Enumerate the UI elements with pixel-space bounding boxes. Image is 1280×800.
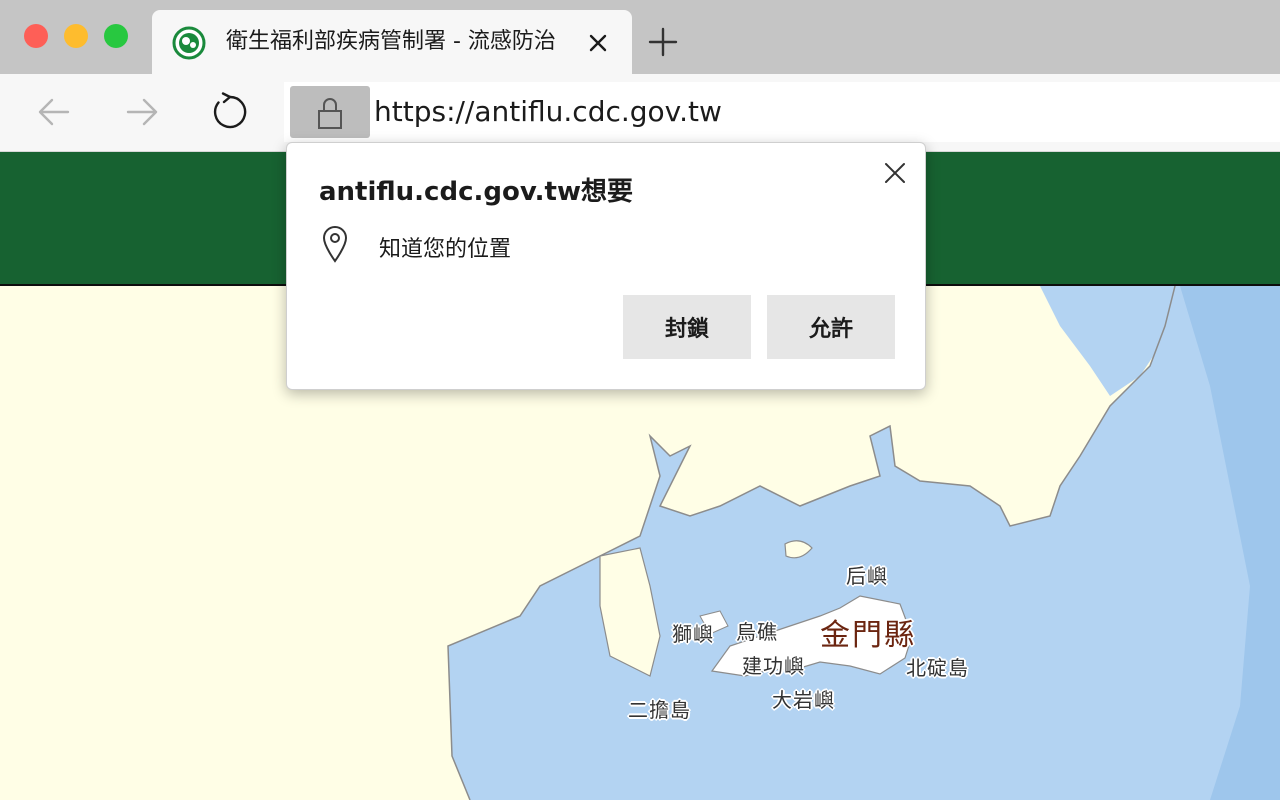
map-label-county: 金門縣 — [820, 618, 916, 653]
tab-strip: 衛生福利部疾病管制署 - 流感防治 — [0, 0, 1280, 74]
lock-icon — [318, 98, 342, 129]
arrow-right-icon[interactable] — [122, 92, 162, 132]
plus-icon[interactable] — [646, 25, 680, 59]
site-info-button[interactable] — [290, 86, 370, 138]
navigation-bar: https://antiflu.cdc.gov.tw — [0, 74, 1280, 152]
location-permission-prompt: antiflu.cdc.gov.tw想要 知道您的位置 封鎖 允許 — [286, 142, 926, 390]
map-label-dadan: 大岩嶼 — [772, 688, 835, 712]
location-pin-icon — [322, 225, 348, 263]
window-minimize-button[interactable] — [64, 24, 88, 48]
tab-title: 衛生福利部疾病管制署 - 流感防治 — [226, 29, 556, 54]
arrow-left-icon[interactable] — [34, 92, 74, 132]
window-close-button[interactable] — [24, 24, 48, 48]
window-maximize-button[interactable] — [104, 24, 128, 48]
map-label-jiangong: 建功嶼 — [742, 654, 805, 678]
allow-button[interactable]: 允許 — [767, 295, 895, 359]
map-label-wuqiu: 烏礁 — [736, 620, 778, 644]
prompt-title: antiflu.cdc.gov.tw想要 — [319, 177, 633, 207]
map-label-erdan: 二擔島 — [628, 698, 691, 722]
block-button[interactable]: 封鎖 — [623, 295, 751, 359]
cdc-logo-icon — [172, 26, 206, 60]
url-text: https://antiflu.cdc.gov.tw — [374, 95, 722, 128]
map-label-houyu: 后嶼 — [846, 564, 888, 588]
map-label-shiyu: 獅嶼 — [672, 622, 714, 646]
address-bar[interactable]: https://antiflu.cdc.gov.tw — [284, 82, 1280, 142]
permission-text: 知道您的位置 — [379, 237, 512, 262]
active-tab[interactable]: 衛生福利部疾病管制署 - 流感防治 — [152, 10, 632, 74]
reload-icon[interactable] — [210, 92, 250, 132]
map-label-beiding: 北碇島 — [906, 656, 969, 680]
close-icon[interactable] — [881, 159, 909, 187]
close-icon[interactable] — [584, 29, 612, 57]
